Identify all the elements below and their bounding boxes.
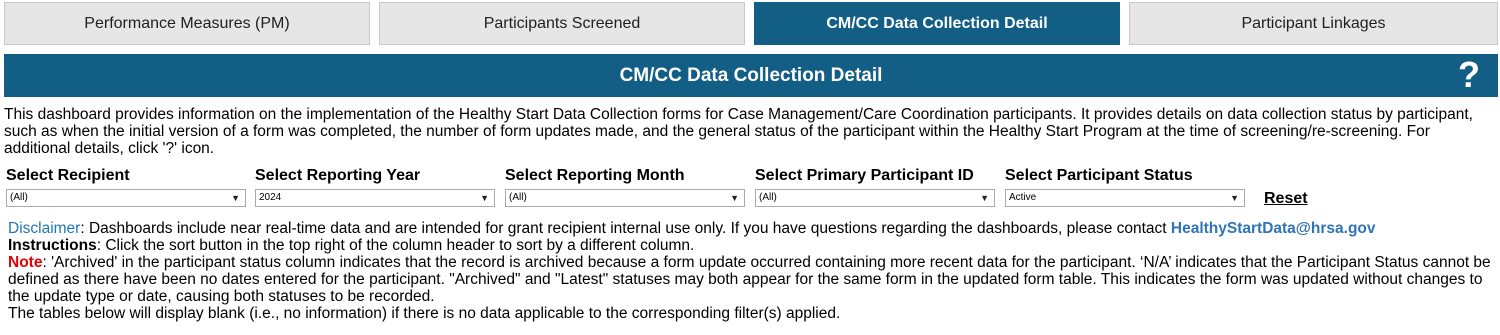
dashboard-description: This dashboard provides information on t… bbox=[4, 106, 1473, 157]
instructions-label: Instructions bbox=[8, 237, 97, 254]
filter-label: Select Primary Participant ID bbox=[755, 167, 974, 184]
page-title: CM/CC Data Collection Detail bbox=[619, 64, 883, 86]
instructions-line: Instructions: Click the sort button in t… bbox=[8, 237, 1496, 254]
select-value: (All) bbox=[759, 192, 777, 203]
chevron-down-icon: ▼ bbox=[1230, 193, 1239, 203]
select-value: Active bbox=[1009, 192, 1037, 203]
reset-button[interactable]: Reset bbox=[1264, 190, 1308, 208]
select-value: 2024 bbox=[259, 192, 282, 203]
filter-participant-status: Select Participant Status Active ▼ bbox=[1005, 167, 1245, 207]
question-mark-icon[interactable]: ? bbox=[1458, 57, 1480, 93]
tables-blank-line: The tables below will display blank (i.e… bbox=[8, 305, 841, 322]
filter-primary-participant-id: Select Primary Participant ID (All) ▼ bbox=[755, 167, 995, 207]
note-label: Note bbox=[8, 254, 43, 271]
filter-reporting-month: Select Reporting Month (All) ▼ bbox=[505, 167, 745, 207]
filter-label: Select Reporting Month bbox=[505, 167, 685, 184]
primary-participant-id-select[interactable]: (All) ▼ bbox=[755, 189, 995, 207]
disclaimer-line: Disclaimer: Dashboards include near real… bbox=[8, 220, 1496, 237]
chevron-down-icon: ▼ bbox=[980, 193, 989, 203]
filter-recipient: Select Recipient (All) ▼ bbox=[6, 167, 246, 207]
dashboard-tabs: Performance Measures (PM) Participants S… bbox=[4, 2, 1498, 45]
tab-participants-screened[interactable]: Participants Screened bbox=[379, 2, 745, 45]
info-section: Disclaimer: Dashboards include near real… bbox=[8, 220, 1496, 322]
reporting-year-select[interactable]: 2024 ▼ bbox=[255, 189, 495, 207]
filter-label: Select Participant Status bbox=[1005, 167, 1193, 184]
filter-label: Select Recipient bbox=[6, 167, 130, 184]
reporting-month-select[interactable]: (All) ▼ bbox=[505, 189, 745, 207]
select-value: (All) bbox=[509, 192, 527, 203]
chevron-down-icon: ▼ bbox=[231, 193, 240, 203]
disclaimer-label: Disclaimer bbox=[8, 220, 81, 237]
note-text: : 'Archived' in the participant status c… bbox=[8, 254, 1491, 305]
filter-label: Select Reporting Year bbox=[255, 167, 421, 184]
note-line: Note: 'Archived' in the participant stat… bbox=[8, 254, 1496, 305]
instructions-text: : Click the sort button in the top right… bbox=[96, 237, 695, 254]
contact-email-link[interactable]: HealthyStartData@hrsa.gov bbox=[1171, 220, 1376, 237]
tab-performance-measures[interactable]: Performance Measures (PM) bbox=[4, 2, 370, 45]
chevron-down-icon: ▼ bbox=[480, 193, 489, 203]
recipient-select[interactable]: (All) ▼ bbox=[6, 189, 246, 207]
disclaimer-text: : Dashboards include near real-time data… bbox=[80, 220, 1171, 237]
page-title-banner: CM/CC Data Collection Detail ? bbox=[4, 54, 1498, 97]
tab-cm-cc-data-collection-detail[interactable]: CM/CC Data Collection Detail bbox=[754, 2, 1120, 45]
filter-reporting-year: Select Reporting Year 2024 ▼ bbox=[255, 167, 495, 207]
tab-participant-linkages[interactable]: Participant Linkages bbox=[1129, 2, 1498, 45]
participant-status-select[interactable]: Active ▼ bbox=[1005, 189, 1245, 207]
select-value: (All) bbox=[10, 192, 28, 203]
chevron-down-icon: ▼ bbox=[730, 193, 739, 203]
